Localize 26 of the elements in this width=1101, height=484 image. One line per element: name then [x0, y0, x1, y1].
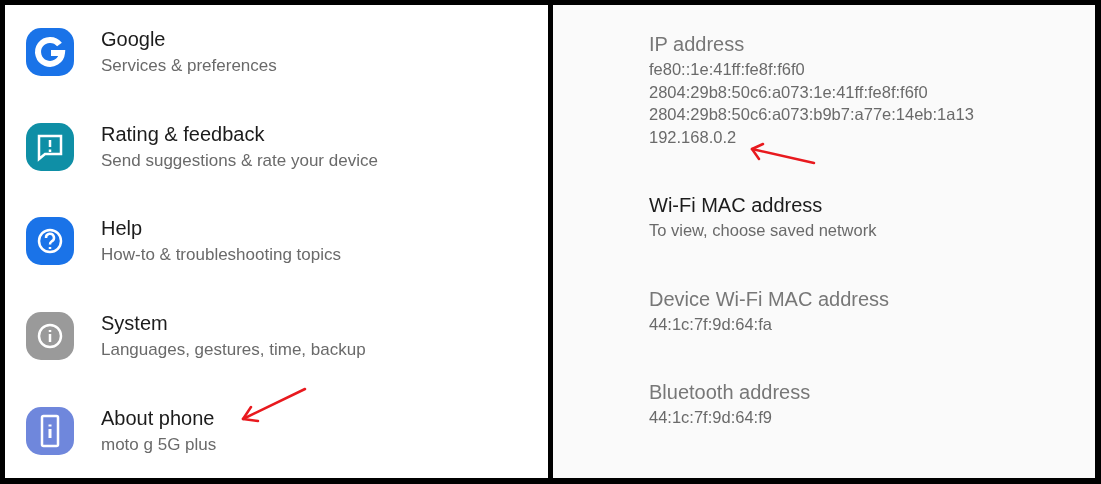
- detail-value: fe80::1e:41ff:fe8f:f6f0: [649, 59, 805, 80]
- detail-value: 192.168.0.2: [649, 126, 737, 148]
- help-icon[interactable]: [26, 217, 74, 266]
- phone-icon[interactable]: [26, 406, 74, 455]
- setting-title[interactable]: Google: [101, 27, 277, 52]
- detail-title: Device Wi-Fi MAC address: [649, 286, 890, 312]
- chat-alert-icon[interactable]: [26, 122, 74, 171]
- detail-value: 2804:29b8:50c6:a073:1e:41ff:fe8f:f6f0: [649, 81, 928, 103]
- detail-title: Wi-Fi MAC address: [649, 193, 823, 218]
- detail-value: 44:1c:7f:9d:64:f9: [649, 407, 772, 428]
- detail-value: 2804:29b8:50c6:a073:b9b7:a77e:14eb:1a13: [649, 104, 974, 125]
- detail-value: To view, choose saved network: [649, 220, 877, 241]
- setting-subtitle: How-to & troubleshooting topics: [101, 244, 342, 267]
- setting-title[interactable]: About phone: [101, 405, 217, 430]
- setting-title[interactable]: Rating & feedback: [101, 121, 378, 146]
- setting-subtitle: Languages, gestures, time, backup: [101, 339, 366, 362]
- detail-title: Bluetooth address: [649, 380, 811, 405]
- setting-subtitle: moto g 5G plus: [101, 433, 217, 456]
- detail-value: 44:1c:7f:9d:64:fa: [649, 313, 772, 335]
- g-logo-icon[interactable]: [26, 28, 74, 77]
- setting-subtitle: Send suggestions & rate your device: [101, 149, 378, 172]
- setting-subtitle: Services & preferences: [101, 55, 277, 78]
- info-icon[interactable]: [26, 312, 74, 361]
- detail-title: IP address: [649, 32, 745, 57]
- setting-title[interactable]: Help: [101, 216, 342, 241]
- setting-title[interactable]: System: [101, 311, 366, 336]
